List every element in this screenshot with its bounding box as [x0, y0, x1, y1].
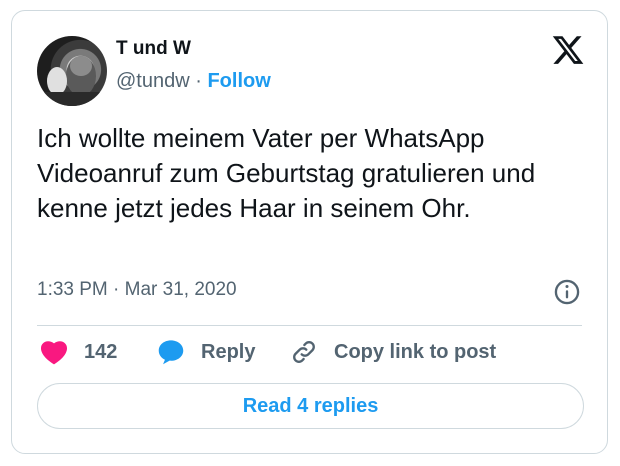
read-replies-button[interactable]: Read 4 replies [37, 383, 584, 429]
read-replies-label: Read 4 replies [242, 394, 379, 417]
like-count: 142 [84, 340, 118, 363]
avatar-image [37, 56, 107, 106]
copy-link-label: Copy link to post [334, 340, 497, 363]
divider [37, 325, 582, 326]
heart-icon [40, 341, 68, 365]
reply-bubble-icon [158, 340, 184, 365]
x-logo-icon[interactable] [551, 33, 585, 67]
avatar[interactable] [37, 36, 107, 106]
tweet-text: Ich wollte meinem Vater per WhatsApp Vid… [37, 123, 536, 223]
author-display-name[interactable]: T und W [116, 38, 191, 60]
author-handle[interactable]: @tundw [116, 70, 190, 92]
separator-dot: · [195, 70, 202, 92]
reply-button[interactable]: Reply [157, 336, 255, 368]
like-button[interactable]: 142 [40, 336, 117, 368]
follow-button[interactable]: Follow [207, 70, 270, 92]
tweet-timestamp[interactable]: 1:33 PM · Mar 31, 2020 [37, 279, 237, 301]
author-handle-row: @tundw · Follow [116, 70, 271, 93]
tweet-card: T und W @tundw · Follow Ich wollte meine… [11, 10, 608, 454]
link-icon [293, 341, 315, 363]
reply-label: Reply [201, 340, 256, 363]
info-icon[interactable] [553, 278, 581, 306]
copy-link-button[interactable]: Copy link to post [290, 336, 496, 368]
